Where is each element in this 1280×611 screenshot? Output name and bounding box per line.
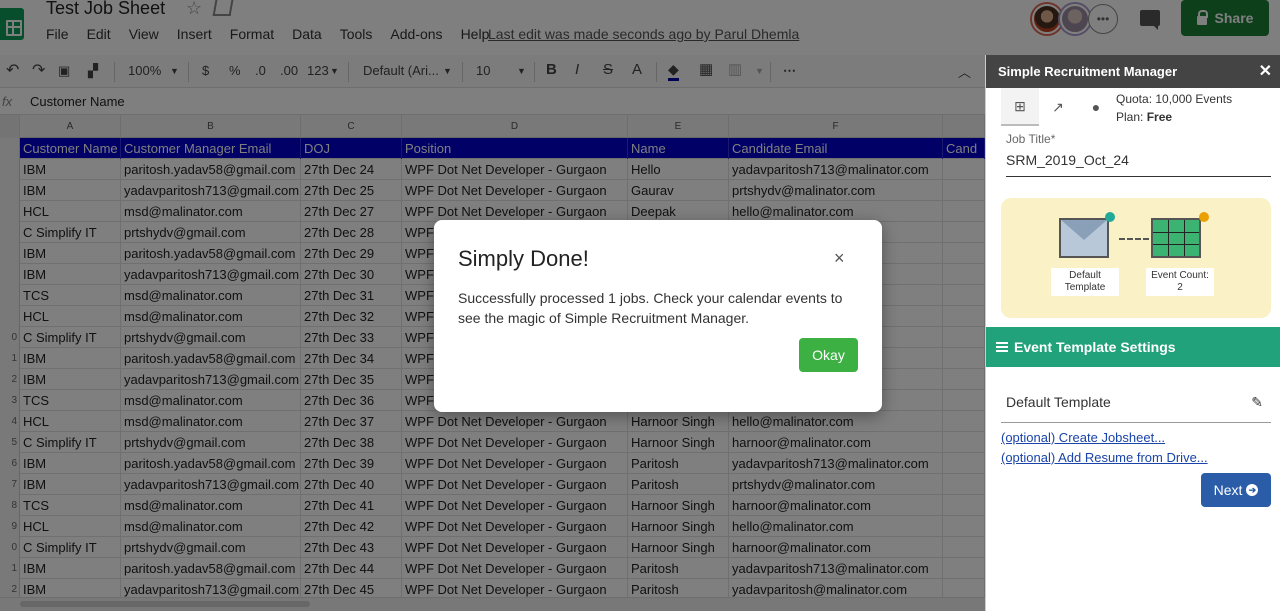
envelope-icon xyxy=(1059,218,1109,258)
arrow-right-icon: ➔ xyxy=(1246,484,1259,496)
dialog-message: Successfully processed 1 jobs. Check you… xyxy=(458,290,843,326)
add-tab-icon[interactable]: ⊞ xyxy=(1001,88,1039,126)
quota-info: Quota: 10,000 Events Plan: Free xyxy=(1116,90,1232,126)
status-dot xyxy=(1105,212,1115,222)
list-icon xyxy=(996,342,1008,352)
event-count-caption: Event Count: 2 xyxy=(1146,268,1214,296)
status-dot xyxy=(1199,212,1209,222)
plan-line: Plan: Free xyxy=(1116,108,1232,126)
spreadsheet-icon xyxy=(1151,218,1201,258)
template-name: Default Template xyxy=(1006,394,1111,410)
user-tab-icon[interactable]: ● xyxy=(1077,88,1115,126)
template-select[interactable]: Default Template ✎ xyxy=(1001,385,1271,423)
event-template-settings-header[interactable]: Event Template Settings xyxy=(986,327,1280,367)
sidebar-title: Simple Recruitment Manager xyxy=(998,64,1178,79)
plan-value: Free xyxy=(1146,110,1173,124)
dialog-title: Simply Done! xyxy=(458,246,589,271)
job-title-label: Job Title* xyxy=(1006,132,1056,146)
success-dialog: Simply Done! × Successfully processed 1 … xyxy=(434,220,882,412)
next-label: Next xyxy=(1213,482,1243,498)
connector-line xyxy=(1119,238,1149,240)
job-title-input[interactable]: SRM_2019_Oct_24 xyxy=(1006,152,1271,177)
pencil-icon[interactable]: ✎ xyxy=(1251,394,1263,411)
chart-tab-icon[interactable]: ↗ xyxy=(1039,88,1077,126)
add-resume-link[interactable]: (optional) Add Resume from Drive... xyxy=(1001,450,1208,465)
plan-label: Plan: xyxy=(1116,110,1144,124)
close-icon[interactable]: ✕ xyxy=(1259,61,1272,81)
next-button[interactable]: Next ➔ xyxy=(1201,473,1271,507)
event-settings-label: Event Template Settings xyxy=(1014,339,1176,355)
sidebar-tabs: ⊞ ↗ ● xyxy=(1001,88,1115,130)
create-jobsheet-link[interactable]: (optional) Create Jobsheet... xyxy=(1001,430,1165,445)
addon-sidebar: Simple Recruitment Manager ✕ ⊞ ↗ ● Quota… xyxy=(985,55,1280,611)
workflow-illustration: Default Template Event Count: 2 xyxy=(1001,198,1271,318)
default-template-caption: Default Template xyxy=(1051,268,1119,296)
quota-text: Quota: 10,000 Events xyxy=(1116,92,1233,106)
close-icon[interactable]: × xyxy=(834,248,845,269)
okay-button[interactable]: Okay xyxy=(799,338,858,372)
sidebar-header: Simple Recruitment Manager ✕ xyxy=(986,55,1280,88)
